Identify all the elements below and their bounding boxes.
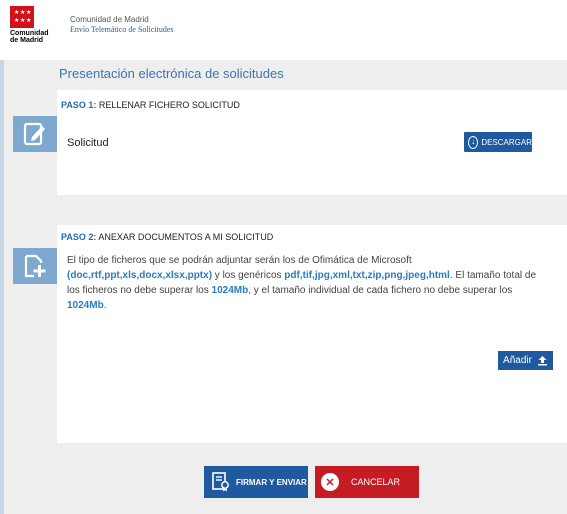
step1-title: PASO 1: RELLENAR FICHERO SOLICITUD — [61, 100, 240, 110]
step1-number: PASO 1: — [61, 100, 97, 110]
header: ★ ★ ★ ★ ★ ★ Comunidad de Madrid Comunida… — [0, 0, 567, 60]
comunidad-madrid-logo: ★ ★ ★ ★ ★ ★ Comunidad de Madrid — [10, 6, 54, 46]
panel-separator — [4, 195, 567, 225]
solicitud-label: Solicitud — [67, 137, 109, 149]
download-button-label: DESCARGAR — [481, 137, 532, 147]
desc-text-1: El tipo de ficheros que se podrán adjunt… — [67, 255, 412, 266]
close-icon: ✕ — [321, 473, 339, 491]
page-title: Presentación electrónica de solicitudes — [59, 66, 284, 81]
sign-and-send-button[interactable]: FIRMAR Y ENVIAR — [204, 466, 308, 498]
add-file-button[interactable]: Añadir — [498, 351, 553, 370]
desc-text-2: y los genéricos — [212, 270, 285, 281]
title-bar: Presentación electrónica de solicitudes — [4, 60, 567, 90]
upload-icon — [537, 356, 547, 366]
service-name: Envío Telemático de Solicitudes — [70, 25, 174, 34]
sign-button-label: FIRMAR Y ENVIAR — [236, 477, 307, 487]
org-name: Comunidad de Madrid — [70, 15, 149, 24]
step1-panel: PASO 1: RELLENAR FICHERO SOLICITUD Solic… — [57, 90, 567, 195]
sign-document-icon — [212, 472, 229, 492]
cancel-button[interactable]: ✕ CANCELAR — [315, 466, 419, 498]
add-document-icon — [13, 248, 57, 284]
download-button[interactable]: ↓ DESCARGAR — [464, 132, 532, 152]
step2-number: PASO 2: — [61, 232, 97, 242]
file-size-limit: 1024Mb — [67, 300, 104, 311]
step2-panel: PASO 2: ANEXAR DOCUMENTOS A MI SOLICITUD… — [57, 225, 567, 443]
add-button-label: Añadir — [503, 355, 532, 366]
step2-title: PASO 2: ANEXAR DOCUMENTOS A MI SOLICITUD — [61, 232, 273, 242]
office-file-types: (doc,rtf,ppt,xls,docx,xlsx,pptx) — [67, 270, 213, 281]
logo-text: Comunidad de Madrid — [10, 30, 49, 44]
edit-document-icon — [13, 116, 57, 152]
download-icon: ↓ — [468, 135, 479, 149]
total-size-limit: 1024Mb — [211, 285, 249, 296]
step2-title-text: ANEXAR DOCUMENTOS A MI SOLICITUD — [98, 232, 274, 242]
desc-text-5: . — [103, 300, 107, 311]
cancel-button-label: CANCELAR — [351, 477, 401, 487]
desc-text-4: , y el tamaño individual de cada fichero… — [248, 285, 513, 296]
generic-file-types: pdf,tif,jpg,xml,txt,zip,png,jpeg,html — [284, 270, 450, 281]
step1-title-text: RELLENAR FICHERO SOLICITUD — [98, 100, 240, 110]
attachment-description: El tipo de ficheros que se podrán adjunt… — [67, 253, 547, 313]
